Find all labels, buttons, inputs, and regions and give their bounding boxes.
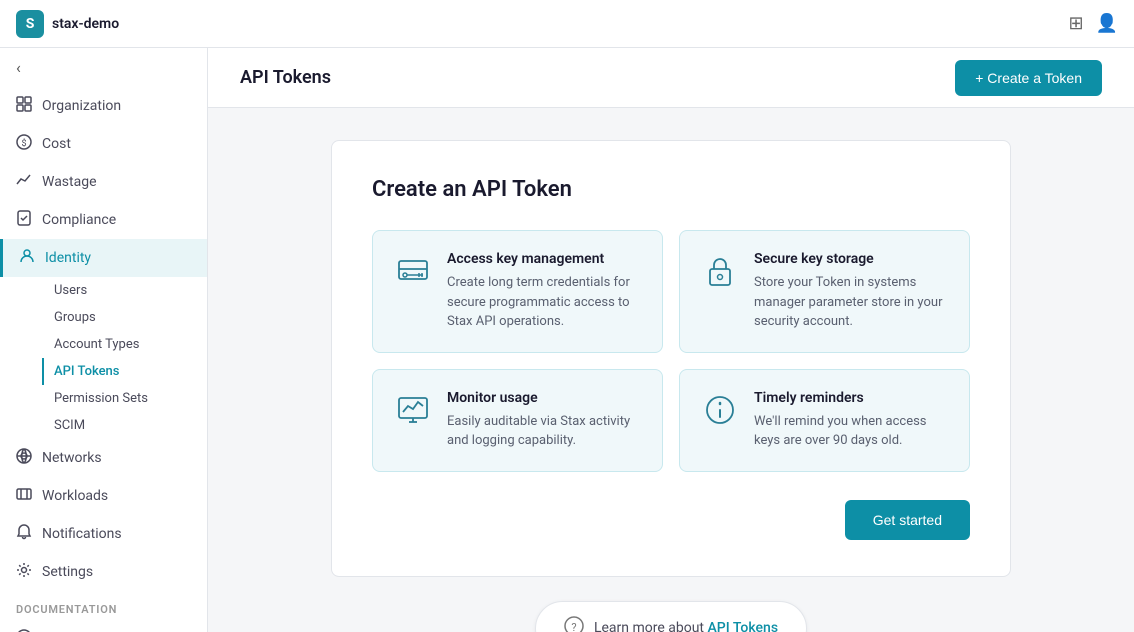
access-key-content: Access key management Create long term c…: [447, 251, 642, 332]
cost-icon: $: [16, 134, 32, 154]
api-token-card: Create an API Token: [331, 140, 1011, 577]
sidebar-item-workloads-label: Workloads: [42, 488, 108, 504]
access-key-title: Access key management: [447, 251, 642, 267]
feature-timely-reminders: Timely reminders We'll remind you when a…: [679, 369, 970, 472]
identity-icon: [19, 248, 35, 268]
svg-text:$: $: [21, 138, 26, 149]
feature-access-key: Access key management Create long term c…: [372, 230, 663, 353]
sidebar-item-notifications[interactable]: Notifications: [0, 515, 207, 553]
secure-storage-title: Secure key storage: [754, 251, 949, 267]
sidebar-item-api-tokens[interactable]: API Tokens: [42, 358, 207, 385]
sidebar-item-permission-sets[interactable]: Permission Sets: [42, 385, 207, 412]
access-key-desc: Create long term credentials for secure …: [447, 273, 642, 332]
page-title: API Tokens: [240, 67, 331, 88]
timely-reminders-title: Timely reminders: [754, 390, 949, 406]
feature-secure-storage: Secure key storage Store your Token in s…: [679, 230, 970, 353]
sidebar-item-settings-label: Settings: [42, 564, 93, 580]
monitor-usage-title: Monitor usage: [447, 390, 642, 406]
sidebar-item-workloads[interactable]: Workloads: [0, 477, 207, 515]
timely-reminders-icon: [700, 390, 740, 430]
sidebar-item-users[interactable]: Users: [42, 277, 207, 304]
sidebar-item-wastage-label: Wastage: [42, 174, 97, 190]
features-grid: Access key management Create long term c…: [372, 230, 970, 472]
learn-more-pill[interactable]: ? Learn more about API Tokens: [535, 601, 807, 632]
sidebar: ‹ Organization $ Cost Wastage Compliance: [0, 48, 208, 632]
sidebar-item-compliance-label: Compliance: [42, 212, 116, 228]
topbar: S stax-demo ⊞ 👤: [0, 0, 1134, 48]
sidebar-item-organization[interactable]: Organization: [0, 87, 207, 125]
sidebar-item-settings[interactable]: Settings: [0, 553, 207, 591]
feature-monitor-usage: Monitor usage Easily auditable via Stax …: [372, 369, 663, 472]
get-started-row: Get started: [372, 500, 970, 540]
monitor-usage-icon: [393, 390, 433, 430]
page-header: API Tokens + Create a Token: [208, 48, 1134, 108]
secure-storage-content: Secure key storage Store your Token in s…: [754, 251, 949, 332]
learn-more-icon: ?: [564, 616, 584, 632]
sidebar-item-identity-label: Identity: [45, 250, 91, 266]
sidebar-item-cost[interactable]: $ Cost: [0, 125, 207, 163]
sidebar-item-notifications-label: Notifications: [42, 526, 122, 542]
learn-more-text: Learn more about API Tokens: [594, 620, 778, 632]
secure-storage-desc: Store your Token in systems manager para…: [754, 273, 949, 332]
get-started-button[interactable]: Get started: [845, 500, 970, 540]
settings-icon: [16, 562, 32, 582]
sidebar-item-networks[interactable]: Networks: [0, 439, 207, 477]
networks-icon: [16, 448, 32, 468]
sidebar-item-wastage[interactable]: Wastage: [0, 163, 207, 201]
create-token-button[interactable]: + Create a Token: [955, 60, 1102, 96]
compliance-icon: [16, 210, 32, 230]
sidebar-item-help[interactable]: ? Help: [0, 620, 207, 632]
app-logo: S: [16, 10, 44, 38]
main-content: API Tokens + Create a Token Create an AP…: [208, 48, 1134, 632]
wastage-icon: [16, 172, 32, 192]
identity-sub-menu: Users Groups Account Types API Tokens Pe…: [0, 277, 207, 439]
sidebar-item-groups[interactable]: Groups: [42, 304, 207, 331]
sidebar-toggle[interactable]: ‹: [0, 48, 207, 87]
sidebar-item-cost-label: Cost: [42, 136, 71, 152]
access-key-icon: [393, 251, 433, 291]
sidebar-item-scim[interactable]: SCIM: [42, 412, 207, 439]
documentation-section-label: DOCUMENTATION: [0, 591, 207, 620]
learn-more-link[interactable]: API Tokens: [708, 620, 779, 632]
sidebar-item-compliance[interactable]: Compliance: [0, 201, 207, 239]
layout: ‹ Organization $ Cost Wastage Compliance: [0, 48, 1134, 632]
grid-icon[interactable]: ⊞: [1068, 13, 1083, 34]
monitor-usage-content: Monitor usage Easily auditable via Stax …: [447, 390, 642, 451]
monitor-usage-desc: Easily auditable via Stax activity and l…: [447, 412, 642, 451]
topbar-right: ⊞ 👤: [1068, 13, 1118, 34]
content-area: Create an API Token: [208, 108, 1134, 632]
workloads-icon: [16, 486, 32, 506]
api-token-card-title: Create an API Token: [372, 177, 970, 202]
sidebar-item-organization-label: Organization: [42, 98, 121, 114]
sidebar-item-networks-label: Networks: [42, 450, 102, 466]
topbar-left: S stax-demo: [16, 10, 119, 38]
app-name: stax-demo: [52, 16, 119, 32]
timely-reminders-desc: We'll remind you when access keys are ov…: [754, 412, 949, 451]
sidebar-item-identity[interactable]: Identity: [0, 239, 207, 277]
timely-reminders-content: Timely reminders We'll remind you when a…: [754, 390, 949, 451]
svg-text:?: ?: [571, 621, 576, 632]
user-icon[interactable]: 👤: [1096, 13, 1118, 34]
sidebar-item-account-types[interactable]: Account Types: [42, 331, 207, 358]
notifications-icon: [16, 524, 32, 544]
secure-storage-icon: [700, 251, 740, 291]
organization-icon: [16, 96, 32, 116]
